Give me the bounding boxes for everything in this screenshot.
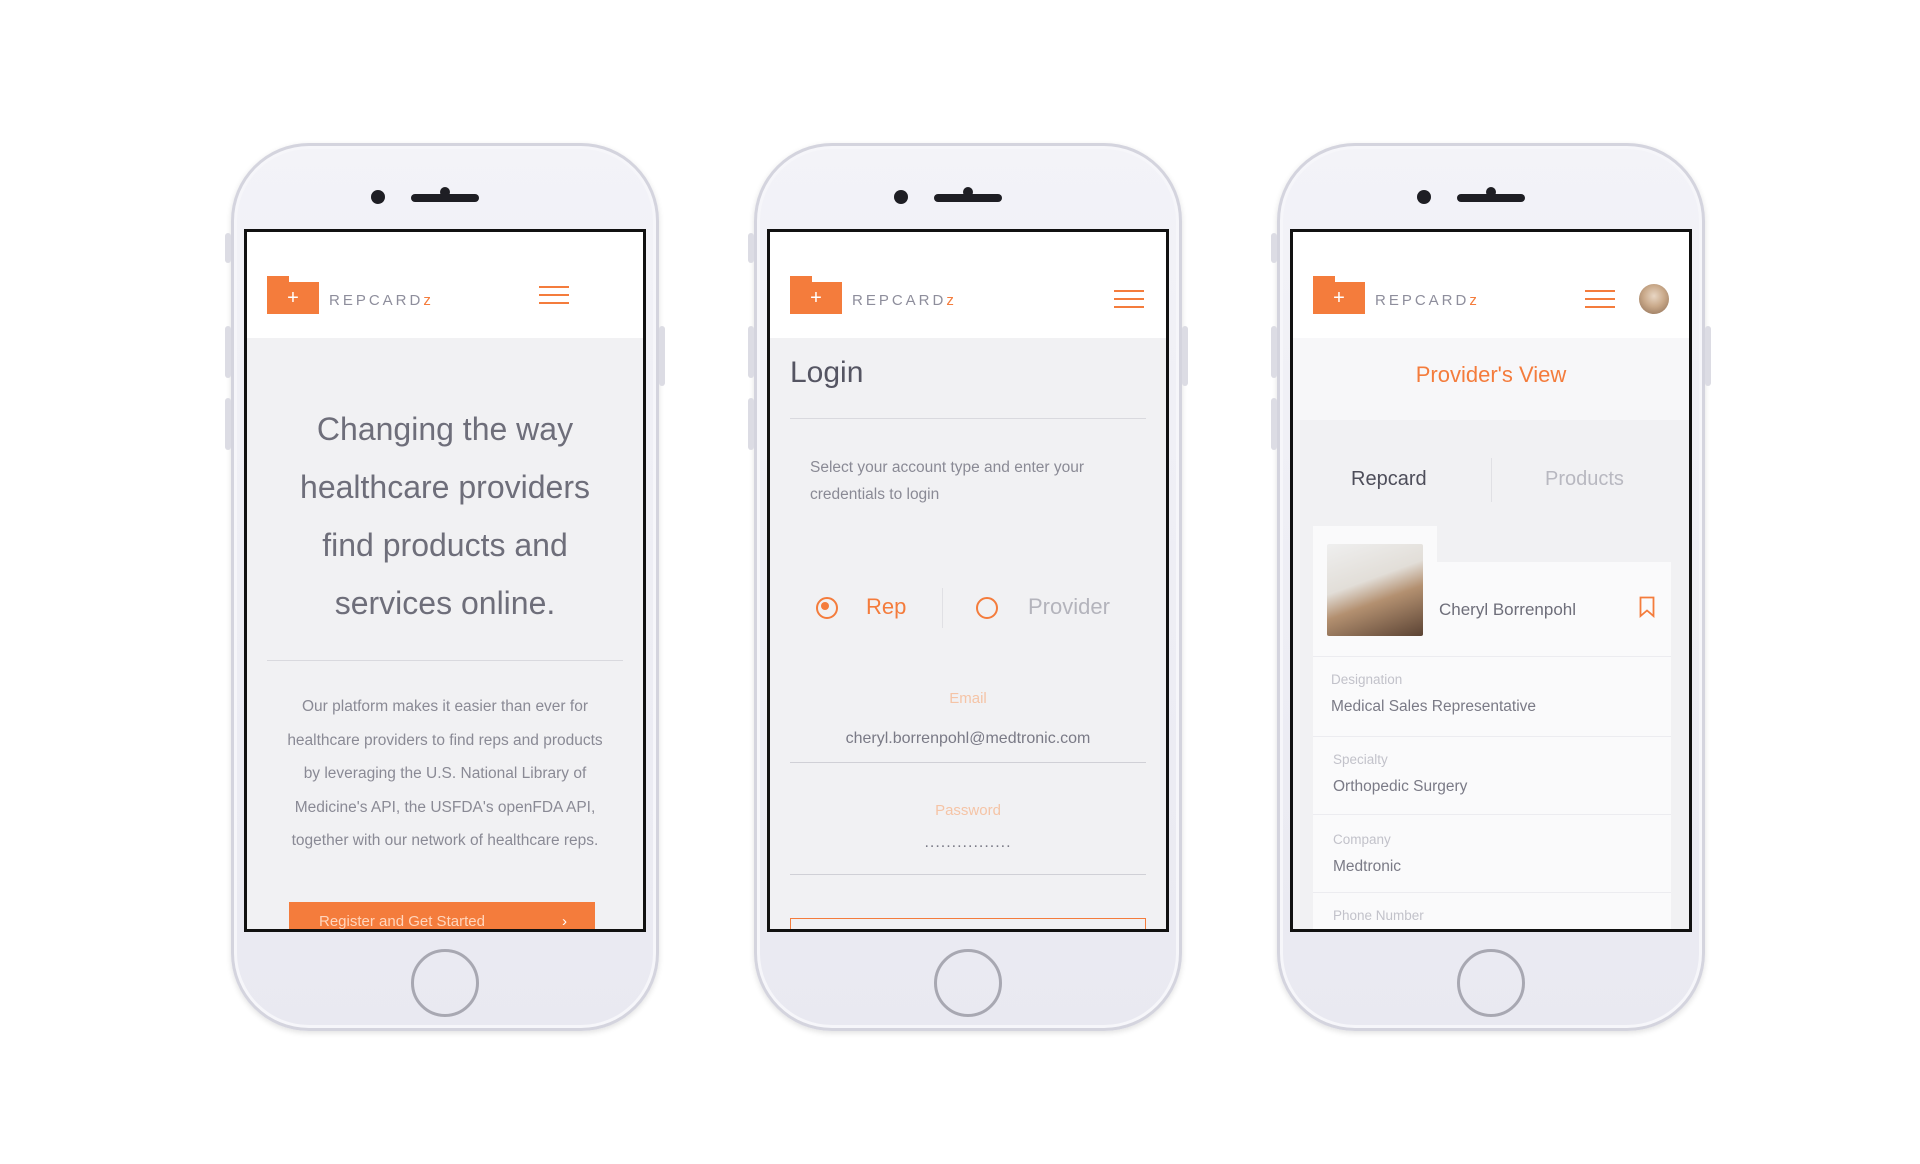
tab-separator xyxy=(1491,458,1492,502)
screen: + REPCARDz Changing the way healthcare p… xyxy=(244,229,646,932)
brand-name[interactable]: REPCARDz xyxy=(1375,292,1477,309)
brand-name[interactable]: REPCARDz xyxy=(329,292,431,309)
profile-photo xyxy=(1327,544,1423,636)
hamburger-menu-icon[interactable] xyxy=(1585,290,1615,308)
front-camera xyxy=(894,190,908,204)
volume-down-button xyxy=(748,398,754,450)
radio-selected-icon xyxy=(816,597,838,619)
phone-number-label: Phone Number xyxy=(1333,908,1424,923)
volume-down-button xyxy=(225,398,231,450)
tab-products[interactable]: Products xyxy=(1545,468,1624,491)
divider xyxy=(1313,656,1671,657)
divider xyxy=(1313,814,1671,815)
earpiece-speaker xyxy=(411,194,479,202)
avatar[interactable] xyxy=(1639,284,1669,314)
profile-name: Cheryl Borrenpohl xyxy=(1439,600,1577,619)
hero-description: Our platform makes it easier than ever f… xyxy=(287,698,603,849)
power-button xyxy=(1182,326,1188,386)
register-button[interactable]: Register and Get Started › xyxy=(289,902,595,930)
front-camera xyxy=(1417,190,1431,204)
hamburger-menu-icon[interactable] xyxy=(1114,290,1144,308)
password-underline xyxy=(790,874,1146,875)
earpiece-speaker xyxy=(1457,194,1525,202)
company-label: Company xyxy=(1333,832,1391,847)
hero-heading: Changing the way healthcare providers fi… xyxy=(300,411,590,621)
mute-switch xyxy=(748,233,754,263)
divider xyxy=(267,660,623,661)
designation-value: Medical Sales Representative xyxy=(1331,698,1537,715)
divider xyxy=(1313,892,1671,893)
divider xyxy=(1313,736,1671,737)
login-button[interactable] xyxy=(790,918,1146,929)
bookmark-icon[interactable] xyxy=(1639,596,1655,618)
login-title: Login xyxy=(790,356,864,389)
earpiece-speaker xyxy=(934,194,1002,202)
volume-up-button xyxy=(748,326,754,378)
volume-up-button xyxy=(1271,326,1277,378)
tab-repcard[interactable]: Repcard xyxy=(1351,468,1427,491)
phone-provider-view: + REPCARDz Provider's View Repcard Produ… xyxy=(1271,143,1711,1031)
password-field[interactable]: ................ xyxy=(770,834,1166,852)
radio-unselected-icon xyxy=(976,597,998,619)
app-header: + REPCARDz xyxy=(1293,232,1689,338)
specialty-label: Specialty xyxy=(1333,752,1388,767)
home-button xyxy=(1457,949,1525,1017)
front-camera xyxy=(371,190,385,204)
radio-separator xyxy=(942,588,943,628)
volume-up-button xyxy=(225,326,231,378)
page-title: Provider's View xyxy=(1415,362,1567,387)
login-form: Login Select your account type and enter… xyxy=(770,338,1166,929)
email-label: Email xyxy=(949,690,987,707)
app-header: + REPCARDz xyxy=(247,232,643,338)
email-field[interactable]: cheryl.borrenpohl@medtronic.com xyxy=(770,730,1166,748)
home-button xyxy=(411,949,479,1017)
phone-landing: + REPCARDz Changing the way healthcare p… xyxy=(225,143,665,1031)
power-button xyxy=(1705,326,1711,386)
power-button xyxy=(659,326,665,386)
specialty-value: Orthopedic Surgery xyxy=(1333,778,1468,795)
designation-label: Designation xyxy=(1331,672,1403,687)
mute-switch xyxy=(225,233,231,263)
hero-section: Changing the way healthcare providers fi… xyxy=(247,338,643,929)
logo-icon[interactable]: + xyxy=(790,276,842,314)
logo-icon[interactable]: + xyxy=(267,276,319,314)
phone-login: + REPCARDz Login Select your account typ… xyxy=(748,143,1188,1031)
chevron-right-icon: › xyxy=(562,913,567,930)
screen: + REPCARDz Login Select your account typ… xyxy=(767,229,1169,932)
volume-down-button xyxy=(1271,398,1277,450)
logo-icon[interactable]: + xyxy=(1313,276,1365,314)
app-header: + REPCARDz xyxy=(770,232,1166,338)
provider-view-banner: Provider's View xyxy=(1293,338,1689,420)
email-underline xyxy=(790,762,1146,763)
hamburger-menu-icon[interactable] xyxy=(539,286,569,304)
password-label: Password xyxy=(935,802,1001,819)
divider xyxy=(790,418,1146,419)
screen: + REPCARDz Provider's View Repcard Produ… xyxy=(1290,229,1692,932)
company-value: Medtronic xyxy=(1333,858,1402,875)
home-button xyxy=(934,949,1002,1017)
mute-switch xyxy=(1271,233,1277,263)
brand-name[interactable]: REPCARDz xyxy=(852,292,954,309)
login-hint: Select your account type and enter your … xyxy=(810,459,1084,503)
